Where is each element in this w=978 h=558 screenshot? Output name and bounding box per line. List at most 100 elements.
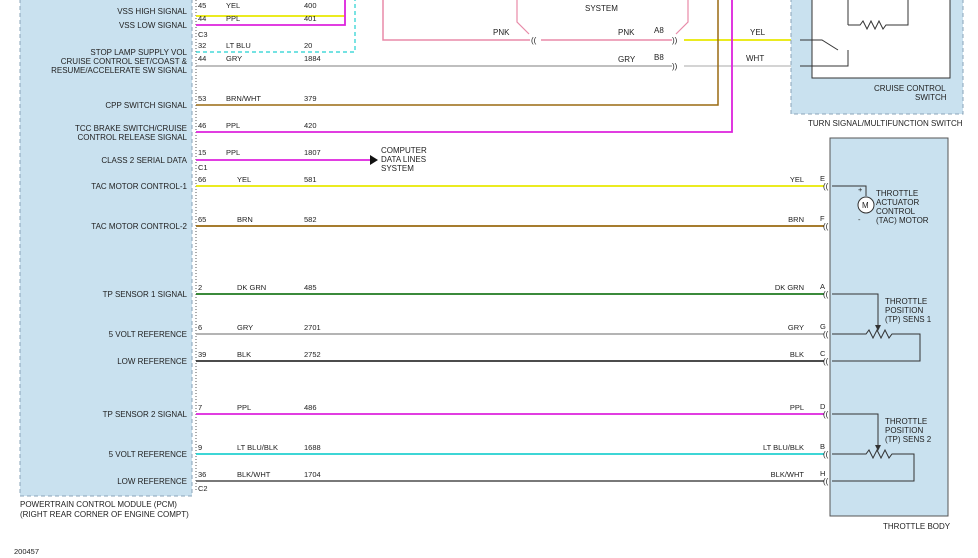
wire-circuit: 2701 [304, 323, 321, 332]
wire-color-left: GRY [237, 323, 253, 332]
wire-connector: (( [823, 222, 829, 231]
wire-label: TP SENSOR 1 SIGNAL [103, 290, 188, 299]
throttle-body-title: THROTTLE BODY [883, 522, 951, 531]
system-box-lines-r [675, 0, 689, 35]
stop-lamp-label: STOP LAMP SUPPLY VOL [90, 48, 187, 57]
vss-low-pin: 44 [198, 14, 206, 23]
wire-connector: (( [823, 477, 829, 486]
wire-label: LOW REFERENCE [117, 477, 187, 486]
tcc-label-1: TCC BRAKE SWITCH/CRUISE [75, 124, 187, 133]
cruise-right-color: GRY [618, 55, 636, 64]
wire-label: TAC MOTOR CONTROL-1 [91, 182, 187, 191]
wire-color-left: DK GRN [237, 283, 266, 292]
tac-motor-title-4: (TAC) MOTOR [876, 216, 929, 225]
cruise-switch-title-1: CRUISE CONTROL [874, 84, 946, 93]
pnk-connector-left: (( [531, 36, 537, 45]
wire-label: 5 VOLT REFERENCE [109, 330, 187, 339]
class2-circuit: 1807 [304, 148, 321, 157]
stop-lamp-pin: 32 [198, 41, 206, 50]
cpp-label: CPP SWITCH SIGNAL [105, 101, 187, 110]
wire-connector: (( [823, 182, 829, 191]
wire-circuit: 582 [304, 215, 317, 224]
cpp-circuit: 379 [304, 94, 317, 103]
wire-pin: 39 [198, 350, 206, 359]
class2-pin: 15 [198, 148, 206, 157]
cruise-pin: 44 [198, 54, 206, 63]
vss-high-pin: 45 [198, 1, 206, 10]
cpp-pin: 53 [198, 94, 206, 103]
tp2-title-3: (TP) SENS 2 [885, 435, 932, 444]
tcc-label-2: CONTROL RELEASE SIGNAL [77, 133, 187, 142]
pnk-left-label: PNK [493, 28, 510, 37]
wire-color-left: BRN [237, 215, 253, 224]
wire-connector: (( [823, 410, 829, 419]
wire-color-right: DK GRN [775, 283, 804, 292]
vss-low-color: PPL [226, 14, 240, 23]
tp1-title-2: POSITION [885, 306, 923, 315]
wire-color-left: PPL [237, 403, 251, 412]
system-box-lines [516, 0, 530, 35]
wire-circuit: 486 [304, 403, 317, 412]
vss-high-circuit: 400 [304, 1, 317, 10]
tcc-pin: 46 [198, 121, 206, 130]
wire-connector: (( [823, 330, 829, 339]
wire-color-right: BRN [788, 215, 804, 224]
vss-high-color: YEL [226, 1, 240, 10]
wire-pin: 2 [198, 283, 202, 292]
wire-connector: (( [823, 290, 829, 299]
tac-motor-title-1: THROTTLE [876, 189, 918, 198]
tac-motor-title-2: ACTUATOR [876, 198, 919, 207]
connector-c2: C2 [198, 484, 208, 493]
turn-signal-title: TURN SIGNAL/MULTIFUNCTION SWITCH [808, 119, 963, 128]
tp2-title-1: THROTTLE [885, 417, 927, 426]
wire-connector: (( [823, 450, 829, 459]
pnk-pin-label: A8 [654, 26, 664, 35]
cruise-color: GRY [226, 54, 242, 63]
connector-c3: C3 [198, 30, 208, 39]
cruise-connector: )) [672, 62, 678, 71]
wire-circuit: 1688 [304, 443, 321, 452]
wire-circuit: 485 [304, 283, 317, 292]
wire-color-right: PPL [790, 403, 804, 412]
tac-motor-m: M [862, 201, 869, 210]
wire-label: TP SENSOR 2 SIGNAL [103, 410, 188, 419]
tp1-title-3: (TP) SENS 1 [885, 315, 932, 324]
class2-color: PPL [226, 148, 240, 157]
vss-high-label: VSS HIGH SIGNAL [117, 7, 187, 16]
wire-color-left: BLK [237, 350, 251, 359]
cpp-color: BRN/WHT [226, 94, 261, 103]
pcm-title-1: POWERTRAIN CONTROL MODULE (PCM) [20, 500, 177, 509]
wht-switch-label: WHT [746, 54, 764, 63]
wire-pin: 65 [198, 215, 206, 224]
wire-color-left: YEL [237, 175, 251, 184]
wire-label: LOW REFERENCE [117, 357, 187, 366]
yel-switch-label: YEL [750, 28, 766, 37]
wire-color-right: LT BLU/BLK [763, 443, 804, 452]
wire-circuit: 581 [304, 175, 317, 184]
wire-color-right: BLK/WHT [771, 470, 805, 479]
diagram-id: 200457 [14, 547, 39, 556]
tac-motor-plus: + [858, 185, 863, 194]
pcm-title-2: (RIGHT REAR CORNER OF ENGINE COMPT) [20, 510, 189, 519]
wire-connector: (( [823, 357, 829, 366]
wire-pin: 7 [198, 403, 202, 412]
wire-pin: 66 [198, 175, 206, 184]
wire-rows: TAC MOTOR CONTROL-166 YEL 581 YEL E((TAC MOT… [91, 174, 828, 486]
wire-label: 5 VOLT REFERENCE [109, 450, 187, 459]
class2-label: CLASS 2 SERIAL DATA [101, 156, 187, 165]
wire-pin: 36 [198, 470, 206, 479]
tac-motor-title-3: CONTROL [876, 207, 916, 216]
vss-low-wire [196, 0, 346, 26]
class2-dest-2: DATA LINES [381, 155, 426, 164]
cruise-label-1: CRUISE CONTROL SET/COAST & [61, 57, 188, 66]
wire-color-right: BLK [790, 350, 804, 359]
stop-lamp-circuit: 20 [304, 41, 312, 50]
vss-low-label: VSS LOW SIGNAL [119, 21, 188, 30]
tcc-circuit: 420 [304, 121, 317, 130]
wire-color-left: LT BLU/BLK [237, 443, 278, 452]
pnk-right-label: PNK [618, 28, 635, 37]
tp2-title-2: POSITION [885, 426, 923, 435]
pnk-system-text: SYSTEM [585, 4, 618, 13]
wire-circuit: 2752 [304, 350, 321, 359]
wire-color-left: BLK/WHT [237, 470, 271, 479]
